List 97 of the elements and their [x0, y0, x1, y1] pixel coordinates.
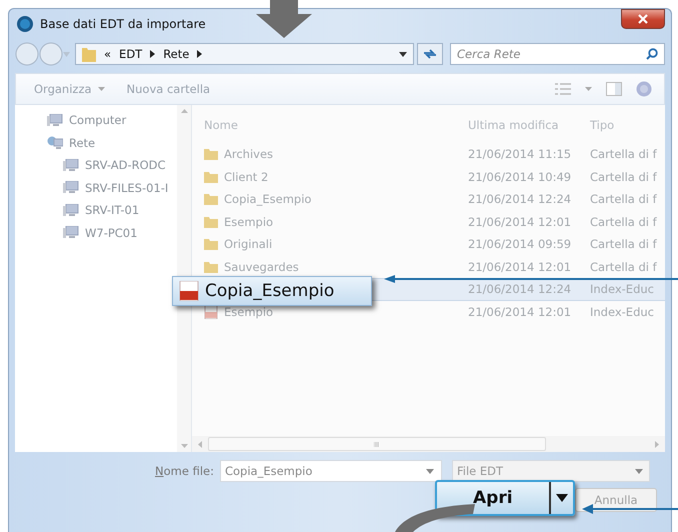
document-icon [179, 281, 199, 301]
file-type: Cartella di f [589, 237, 658, 252]
file-type: Cartella di f [589, 147, 658, 162]
caret-icon [399, 52, 407, 56]
column-header[interactable]: Ultima modifica [454, 118, 580, 132]
caret-icon [180, 109, 188, 113]
file-type: Cartella di f [589, 260, 658, 274]
breadcrumb[interactable]: Rete [163, 47, 190, 61]
computer-icon [63, 181, 79, 194]
chevron-right-icon [150, 50, 156, 58]
file-row[interactable]: Esempio 21/06/2014 12:01 Cartella di f [192, 210, 665, 233]
pointer-arrow-icon [582, 504, 678, 514]
tree-item[interactable]: SRV-AD-RODC [15, 154, 177, 176]
breadcrumb[interactable]: « [104, 47, 112, 61]
computer-icon [63, 158, 79, 172]
caret-icon [198, 440, 202, 448]
caret-icon [180, 444, 188, 448]
grip-icon [374, 442, 380, 446]
search-icon [646, 48, 658, 60]
file-name: Esempio [224, 304, 274, 319]
help-icon [636, 81, 652, 97]
scrollbar[interactable] [177, 105, 191, 452]
folder-icon [204, 260, 218, 273]
file-row[interactable]: Copia_Esempio 21/06/2014 12:24 Cartella di f [192, 188, 665, 210]
file-name: Archives [224, 147, 274, 162]
folder-icon [204, 170, 218, 183]
folder-icon [204, 193, 218, 206]
folder-icon [204, 238, 218, 250]
tree-item[interactable]: Rete [15, 132, 177, 154]
file-type: Index-Educ [589, 304, 655, 319]
modified-date: 21/06/2014 11:15 [467, 147, 572, 162]
file-row[interactable]: Archives 21/06/2014 11:15 Cartella di f [192, 143, 665, 166]
modified-date: 21/06/2014 09:59 [467, 237, 572, 252]
pointer-arrow-icon [384, 275, 678, 283]
file-name: Copia_Esempio [224, 192, 312, 206]
modified-date: 21/06/2014 12:01 [467, 304, 572, 319]
file-name: Client 2 [224, 170, 268, 184]
file-type: Cartella di f [589, 170, 658, 184]
app-logo-icon [17, 16, 33, 32]
modified-date: 21/06/2014 12:24 [467, 192, 572, 206]
breadcrumb[interactable]: EDT [119, 47, 142, 61]
computer-icon [63, 204, 79, 217]
caret-icon [655, 440, 659, 448]
field-label: Nome file: [155, 464, 214, 478]
open-button-tooltip[interactable]: Apri [435, 480, 575, 516]
file-type: Cartella di f [589, 192, 658, 206]
modified-date: 21/06/2014 12:01 [467, 260, 572, 274]
file-row[interactable]: Client 2 21/06/2014 10:49 Cartella di f [192, 166, 665, 188]
folder-icon [204, 148, 218, 160]
computer-icon [47, 114, 63, 127]
file-type-dropdown[interactable]: File EDT [452, 460, 650, 482]
column-header[interactable]: Nome [192, 118, 454, 132]
file-name: Sauvegardes [224, 260, 299, 274]
file-name-field[interactable]: Copia_Esempio [220, 460, 442, 482]
curved-arrow-icon [395, 502, 475, 532]
tree-item[interactable]: SRV-FILES-01-I [15, 176, 177, 199]
down-arrow-icon [256, 0, 312, 38]
close-button[interactable] [621, 9, 665, 29]
computer-icon [63, 226, 79, 240]
scrollbar[interactable] [192, 436, 665, 452]
refresh-button[interactable] [417, 43, 443, 65]
address-bar[interactable]: « EDT Rete [75, 43, 414, 65]
column-header[interactable]: Tipo [580, 118, 665, 132]
tree-item[interactable]: SRV-IT-01 [15, 199, 177, 222]
zoomed-file-tooltip: Copia_Esempio [172, 276, 372, 306]
caret-icon [98, 87, 105, 91]
modified-date: 21/06/2014 10:49 [467, 170, 572, 184]
caret-icon [63, 52, 70, 56]
window-title: Base dati EDT da importare [40, 17, 206, 31]
view-list-icon [555, 83, 571, 95]
caret-icon [426, 469, 434, 474]
file-row[interactable]: Sauvegardes 21/06/2014 12:01 Cartella di f [192, 256, 665, 278]
file-row[interactable]: Originali 21/06/2014 09:59 Cartella di f [192, 233, 665, 256]
refresh-icon [423, 48, 437, 60]
file-type: Index-Educ [589, 282, 655, 296]
new-folder-button[interactable]: Nuova cartella [126, 82, 210, 96]
network-icon [47, 136, 63, 150]
tree-item[interactable]: W7-PC01 [15, 222, 177, 244]
tree-item[interactable]: Computer [15, 109, 177, 132]
caret-icon [634, 468, 643, 474]
modified-date: 21/06/2014 12:24 [467, 282, 572, 296]
organize-menu[interactable]: Organizza [34, 82, 105, 96]
folder-icon [82, 46, 96, 62]
modified-date: 21/06/2014 12:01 [467, 214, 572, 229]
close-icon [638, 14, 648, 24]
back-button-icon [15, 42, 39, 66]
file-type: Cartella di f [589, 214, 658, 229]
caret-icon [585, 87, 592, 91]
folder-icon [204, 216, 218, 228]
preview-pane-icon [606, 82, 622, 96]
file-name: Originali [224, 237, 272, 252]
caret-icon [556, 494, 568, 502]
search-field[interactable]: Cerca Rete [450, 43, 665, 65]
file-name: Esempio [224, 214, 274, 229]
forward-button-icon [39, 42, 63, 66]
cancel-button[interactable]: Annulla [575, 488, 657, 512]
chevron-right-icon [197, 50, 202, 58]
